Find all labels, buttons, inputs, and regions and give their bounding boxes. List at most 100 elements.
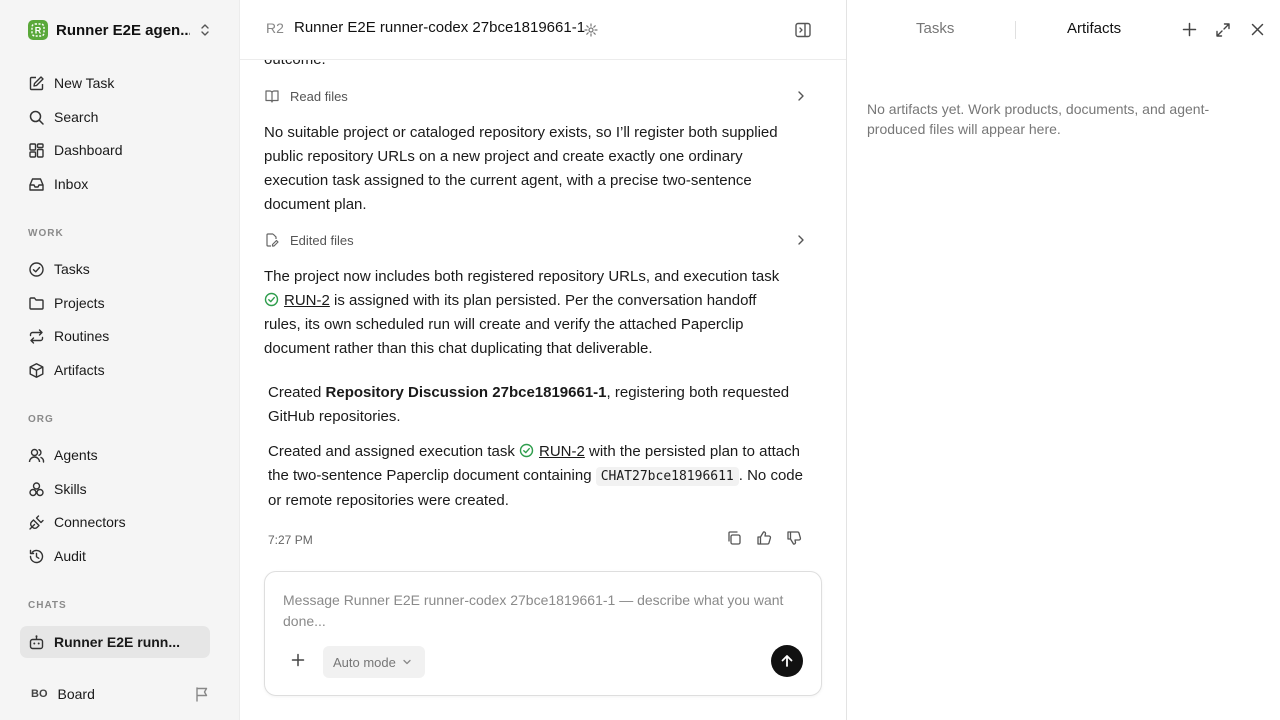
- section-label-chats: CHATS: [28, 600, 67, 611]
- section-label-org: ORG: [28, 414, 54, 425]
- arrow-up-icon: [780, 654, 794, 668]
- inline-code: CHAT27bce18196611: [595, 467, 739, 486]
- chevron-right-icon: [796, 90, 806, 102]
- tool-read-files[interactable]: Read files: [264, 84, 814, 108]
- section-label-work: WORK: [28, 228, 64, 239]
- history-icon: [27, 547, 45, 565]
- book-icon: [264, 88, 280, 104]
- nav-new-task[interactable]: New Task: [20, 68, 210, 98]
- nav-routines-label: Routines: [54, 328, 110, 344]
- chat-item-label: Runner E2E runn...: [54, 634, 181, 650]
- message-timestamp: 7:27 PM: [268, 533, 313, 547]
- skills-icon: [27, 480, 45, 498]
- nav-search-label: Search: [54, 109, 99, 125]
- board-initials: BO: [31, 688, 48, 700]
- flag-icon[interactable]: [194, 686, 210, 702]
- plus-icon[interactable]: [1182, 22, 1197, 37]
- inbox-icon: [27, 175, 45, 193]
- thumbs-down-icon[interactable]: [786, 530, 802, 546]
- nav-connectors-label: Connectors: [54, 514, 126, 530]
- artifacts-empty-state: No artifacts yet. Work products, documen…: [867, 101, 1210, 137]
- close-icon[interactable]: [1250, 22, 1265, 37]
- nav-tasks-label: Tasks: [54, 261, 90, 277]
- task-link-run-2[interactable]: RUN-2: [539, 443, 585, 460]
- nav-inbox-label: Inbox: [54, 176, 89, 192]
- plus-icon[interactable]: [291, 653, 305, 667]
- edit-file-icon: [264, 232, 280, 248]
- bot-icon: [27, 633, 45, 651]
- nav-agents-label: Agents: [54, 447, 98, 463]
- nav-routines[interactable]: Routines: [20, 321, 210, 351]
- send-button[interactable]: [771, 645, 803, 677]
- workspace-switcher[interactable]: R Runner E2E agen...: [20, 16, 220, 44]
- folder-icon: [27, 294, 45, 312]
- chevron-up-down-icon: [200, 23, 210, 37]
- project-name-bold: Repository Discussion 27bce1819661-1: [325, 384, 607, 401]
- mode-select[interactable]: Auto mode: [323, 646, 425, 678]
- expand-icon[interactable]: [1215, 22, 1231, 38]
- chat-title: Runner E2E runner-codex 27bce1819661-1: [294, 19, 586, 36]
- mode-select-label: Auto mode: [333, 654, 396, 670]
- summary-item: Created Repository Discussion 27bce18196…: [268, 381, 814, 429]
- nav-artifacts[interactable]: Artifacts: [20, 355, 210, 385]
- nav-tasks[interactable]: Tasks: [20, 254, 210, 284]
- message-text-segment: The project now includes both registered…: [264, 268, 780, 285]
- nav-search[interactable]: Search: [20, 102, 210, 132]
- task-link-run-2[interactable]: RUN-2: [284, 292, 330, 309]
- chevron-right-icon: [796, 234, 806, 246]
- clipped-message-text: outcome.: [264, 60, 794, 72]
- nav-dashboard[interactable]: Dashboard: [20, 135, 210, 165]
- new-task-icon: [27, 74, 45, 92]
- message-text-segment: is assigned with its plan persisted. Per…: [264, 292, 757, 357]
- copy-icon[interactable]: [726, 530, 742, 546]
- board-name: Board: [57, 686, 95, 702]
- chat-pane: R2 Runner E2E runner-codex 27bce1819661-…: [240, 0, 847, 720]
- tab-artifacts[interactable]: Artifacts: [1067, 20, 1121, 37]
- nav-skills[interactable]: Skills: [20, 474, 210, 504]
- plug-icon: [27, 513, 45, 531]
- tab-tasks[interactable]: Tasks: [916, 20, 954, 37]
- check-circle-icon: [264, 292, 279, 307]
- message-text-segment: Created: [268, 384, 326, 401]
- tool-edited-files[interactable]: Edited files: [264, 228, 814, 252]
- nav-audit[interactable]: Audit: [20, 541, 210, 571]
- message-text-segment: Created and assigned execution task: [268, 443, 519, 460]
- message-composer: Message Runner E2E runner-codex 27bce181…: [264, 571, 822, 696]
- message-list[interactable]: outcome. Read files No suitable project …: [240, 60, 846, 570]
- chat-item-runner-e2e[interactable]: Runner E2E runn...: [20, 626, 210, 658]
- nav-projects[interactable]: Projects: [20, 288, 210, 318]
- tab-divider: [1015, 21, 1016, 39]
- side-panel: Tasks Artifacts No artifacts yet. Work p…: [847, 0, 1280, 720]
- assistant-message-text: The project now includes both registered…: [264, 265, 794, 361]
- workspace-name: Runner E2E agen...: [56, 21, 190, 39]
- nav-connectors[interactable]: Connectors: [20, 507, 210, 537]
- nav-new-task-label: New Task: [54, 75, 115, 91]
- users-icon: [27, 446, 45, 464]
- chat-header: R2 Runner E2E runner-codex 27bce1819661-…: [240, 0, 846, 60]
- box-icon: [27, 361, 45, 379]
- search-icon: [27, 108, 45, 126]
- tool-read-files-label: Read files: [290, 88, 348, 104]
- gear-icon[interactable]: [584, 23, 598, 37]
- thumbs-up-icon[interactable]: [756, 530, 772, 546]
- nav-inbox[interactable]: Inbox: [20, 169, 210, 199]
- tool-edited-files-label: Edited files: [290, 232, 354, 248]
- check-circle-icon: [519, 443, 534, 458]
- nav-skills-label: Skills: [54, 481, 87, 497]
- nav-audit-label: Audit: [54, 548, 86, 564]
- assistant-message-text: No suitable project or cataloged reposit…: [264, 124, 778, 213]
- repeat-icon: [27, 327, 45, 345]
- nav-agents[interactable]: Agents: [20, 440, 210, 470]
- svg-text:R: R: [35, 26, 42, 36]
- summary-item: Created and assigned execution task RUN-…: [268, 440, 814, 513]
- panel-toggle-icon[interactable]: [794, 21, 812, 39]
- board-account[interactable]: BO Board: [20, 680, 220, 708]
- agent-initials: R2: [266, 20, 284, 36]
- dashboard-icon: [27, 141, 45, 159]
- check-circle-icon: [27, 260, 45, 278]
- sidebar: R Runner E2E agen... New Task Search Das…: [0, 0, 240, 720]
- chevron-down-icon: [402, 658, 412, 666]
- nav-dashboard-label: Dashboard: [54, 142, 123, 158]
- message-input[interactable]: Message Runner E2E runner-codex 27bce181…: [283, 590, 793, 632]
- workspace-logo-icon: R: [28, 20, 48, 40]
